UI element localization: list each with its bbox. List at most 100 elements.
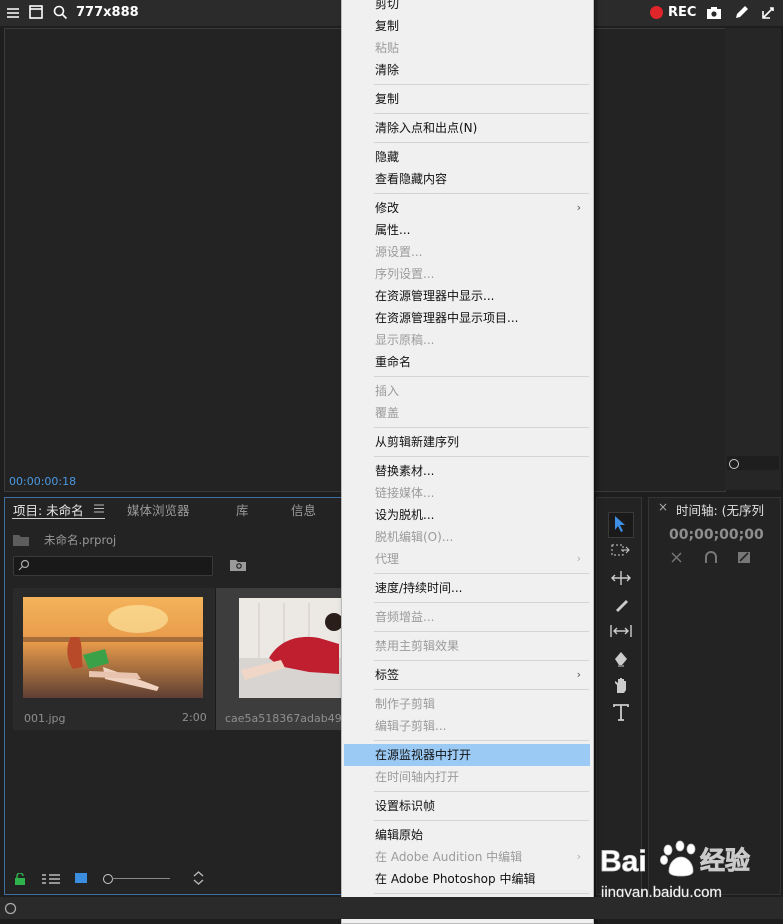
zoom-slider-handle[interactable] xyxy=(103,874,113,884)
menu-item[interactable]: 复制 xyxy=(342,15,593,37)
menu-item-label: 速度/持续时间... xyxy=(375,581,463,595)
menu-separator xyxy=(374,631,589,632)
menu-item-label: 覆盖 xyxy=(375,406,400,420)
media-item[interactable]: 001.jpg 2:00 xyxy=(13,588,215,730)
menu-item[interactable]: 在资源管理器中显示... xyxy=(342,285,593,307)
ripple-edit-tool-icon[interactable] xyxy=(611,570,631,586)
menu-separator xyxy=(374,689,589,690)
menu-item: 粘贴 xyxy=(342,37,593,59)
track-select-tool-icon[interactable] xyxy=(611,543,631,557)
settings-icon[interactable] xyxy=(761,5,776,20)
new-search-bin-icon[interactable] xyxy=(230,558,246,571)
menu-item-label: 替换素材... xyxy=(375,464,435,478)
menu-item[interactable]: 替换素材... xyxy=(342,460,593,482)
menu-item[interactable]: 重命名 xyxy=(342,351,593,373)
svg-text:Bai: Bai xyxy=(600,845,647,878)
menu-item-label: 从剪辑新建序列 xyxy=(375,435,460,449)
search-icon[interactable] xyxy=(53,5,68,20)
hand-tool-icon[interactable] xyxy=(613,677,629,694)
menu-item-label: 标签 xyxy=(375,668,400,682)
menu-item-label: 在资源管理器中显示... xyxy=(375,289,495,303)
menu-item[interactable]: 从剪辑新建序列 xyxy=(342,431,593,453)
menu-separator xyxy=(374,573,589,574)
menu-item: 制作子剪辑 xyxy=(342,693,593,715)
menu-item: 链接媒体... xyxy=(342,482,593,504)
timeline-controls-icon[interactable] xyxy=(670,551,760,564)
menu-item[interactable]: 查看隐藏内容 xyxy=(342,168,593,190)
menu-separator xyxy=(374,791,589,792)
selection-tool-icon[interactable] xyxy=(613,515,627,533)
tab-project[interactable]: 项目: 未命名 xyxy=(13,500,84,519)
record-dot-icon[interactable] xyxy=(650,6,663,19)
media-item-duration: 2:00 xyxy=(182,711,207,724)
menu-item: 序列设置... xyxy=(342,263,593,285)
menu-item-label: 在 Adobe Photoshop 中编辑 xyxy=(375,872,536,886)
tab-libraries[interactable]: 库 xyxy=(236,500,249,519)
menu-item-label: 复制 xyxy=(375,92,400,106)
rec-label[interactable]: REC xyxy=(668,5,696,20)
window-icon[interactable] xyxy=(29,5,43,19)
chevron-right-icon: › xyxy=(576,850,581,863)
media-item[interactable]: cae5a518367adab4944e xyxy=(216,588,363,730)
menu-item[interactable]: 设置标识帧 xyxy=(342,795,593,817)
pen-tool-icon[interactable] xyxy=(613,651,629,668)
menu-separator xyxy=(374,740,589,741)
status-bar xyxy=(0,897,783,919)
chevron-right-icon: › xyxy=(576,201,581,214)
menu-icon[interactable] xyxy=(6,6,20,20)
timeline-timecode[interactable]: 00;00;00;00 xyxy=(669,527,764,543)
sync-icon[interactable] xyxy=(4,902,17,915)
scroll-handle-icon[interactable] xyxy=(729,459,739,469)
monitor-timecode[interactable]: 00:00:00:18 xyxy=(9,475,76,488)
image-thumbnail xyxy=(239,598,346,698)
menu-item-label: 脱机编辑(O)... xyxy=(375,530,454,544)
menu-item[interactable]: 清除入点和出点(N) xyxy=(342,117,593,139)
menu-item-label: 插入 xyxy=(375,384,400,398)
razor-tool-icon[interactable] xyxy=(613,597,629,613)
menu-item[interactable]: 在资源管理器中显示项目... xyxy=(342,307,593,329)
menu-item[interactable]: 剪切 xyxy=(342,0,593,15)
menu-item-label: 重命名 xyxy=(375,355,412,369)
close-icon[interactable]: × xyxy=(658,500,668,514)
menu-item-label: 编辑原始 xyxy=(375,828,424,842)
pen-icon[interactable] xyxy=(734,5,750,20)
menu-item[interactable]: 属性... xyxy=(342,219,593,241)
chevron-right-icon: › xyxy=(576,552,581,565)
menu-separator xyxy=(374,84,589,85)
timeline-title[interactable]: 时间轴: (无序列 xyxy=(676,500,764,519)
menu-item[interactable]: 修改 › xyxy=(342,197,593,219)
menu-item[interactable]: 设为脱机... xyxy=(342,504,593,526)
search-input[interactable] xyxy=(13,556,213,576)
type-tool-icon[interactable] xyxy=(613,704,629,722)
menu-item[interactable]: 在源监视器中打开 xyxy=(344,744,590,766)
panel-menu-icon[interactable] xyxy=(94,504,104,513)
zoom-slider-track[interactable] xyxy=(112,878,170,879)
menu-item[interactable]: 速度/持续时间... xyxy=(342,577,593,599)
menu-item-label: 在资源管理器中显示项目... xyxy=(375,311,519,325)
menu-item-label: 编辑子剪辑... xyxy=(375,719,447,733)
menu-separator xyxy=(374,193,589,194)
camera-icon[interactable] xyxy=(706,5,722,20)
lock-icon[interactable] xyxy=(14,873,26,885)
chevron-right-icon: › xyxy=(576,668,581,681)
icon-view-icon[interactable] xyxy=(75,873,87,883)
menu-item[interactable]: 清除 xyxy=(342,59,593,81)
menu-item-label: 设为脱机... xyxy=(375,508,435,522)
menu-item[interactable]: 隐藏 xyxy=(342,146,593,168)
menu-item-label: 复制 xyxy=(375,19,400,33)
menu-item: 源设置... xyxy=(342,241,593,263)
sort-icon[interactable] xyxy=(193,871,204,885)
list-view-icon[interactable] xyxy=(42,873,60,885)
menu-item[interactable]: 标签 › xyxy=(342,664,593,686)
menu-item[interactable]: 在 Adobe Photoshop 中编辑 xyxy=(342,868,593,890)
menu-separator xyxy=(374,660,589,661)
menu-separator xyxy=(374,456,589,457)
menu-item-label: 剪切 xyxy=(375,0,400,11)
slip-tool-icon[interactable] xyxy=(610,624,632,638)
menu-item[interactable]: 编辑原始 xyxy=(342,824,593,846)
svg-text:经验: 经验 xyxy=(700,846,750,875)
tab-info[interactable]: 信息 xyxy=(291,500,316,519)
menu-item[interactable]: 复制 xyxy=(342,88,593,110)
context-menu: 剪切 复制 粘贴 清除 复制 清除入点和出点(N) 隐藏 查看隐藏内容 修改 › 属性... 源设置.… xyxy=(341,0,594,924)
tab-media-browser[interactable]: 媒体浏览器 xyxy=(127,500,190,519)
